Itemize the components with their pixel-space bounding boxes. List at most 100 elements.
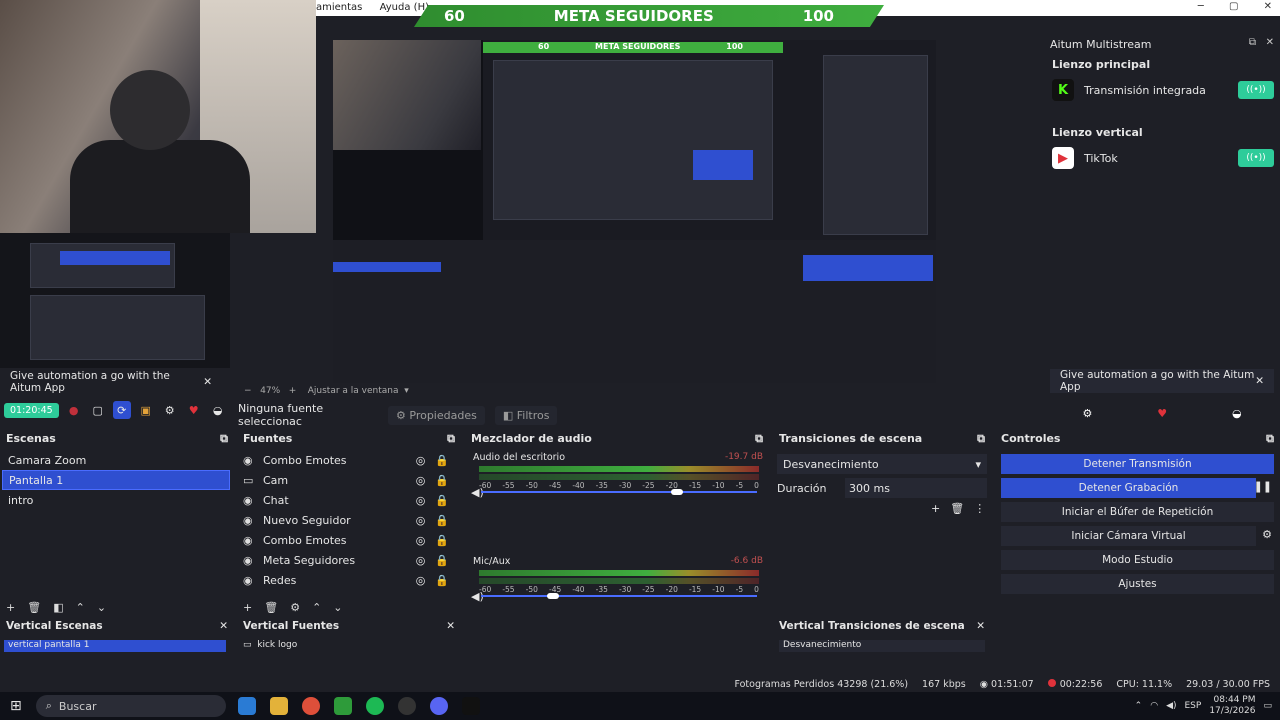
add-icon[interactable]: + (931, 502, 940, 515)
file-explorer-icon[interactable] (269, 697, 288, 715)
undock-icon[interactable]: ⧉ (447, 432, 455, 448)
gear-icon[interactable]: ⚙ (161, 401, 179, 419)
clock[interactable]: 08:44 PM 17/3/2026 (1209, 695, 1255, 717)
stop-streaming-button[interactable]: Detener Transmisión (1001, 454, 1274, 474)
transition-select[interactable]: Desvanecimiento ▾ (777, 454, 987, 474)
filters-button[interactable]: ◧ Filtros (494, 405, 558, 425)
record-icon[interactable]: ● (65, 401, 83, 419)
eye-icon[interactable]: ◎ (416, 534, 426, 547)
source-item[interactable]: ▭ Cam ◎ 🔒 (239, 470, 453, 490)
more-icon[interactable]: ⋮ (974, 502, 985, 515)
vertical-scene-item[interactable]: vertical pantalla 1 (4, 640, 226, 652)
eye-icon[interactable]: ◎ (416, 494, 426, 507)
maximize-icon[interactable]: ▢ (1229, 1, 1238, 12)
terminal-icon[interactable] (461, 697, 480, 715)
settings-button[interactable]: Ajustes (1001, 574, 1274, 594)
discord-icon[interactable] (429, 697, 448, 715)
filter-icon[interactable]: ◧ (53, 601, 63, 614)
menu-tools[interactable]: amientas (316, 2, 362, 13)
gear-icon[interactable]: ⚙ (1082, 407, 1092, 420)
zoom-fit[interactable]: Ajustar a la ventana (308, 386, 399, 396)
lock-icon[interactable]: 🔒 (435, 554, 449, 567)
chevron-down-icon[interactable]: ▾ (404, 386, 409, 396)
lock-icon[interactable]: 🔒 (435, 454, 449, 467)
undock-icon[interactable]: ⧉ (1249, 37, 1256, 48)
minimize-icon[interactable]: ─ (1198, 1, 1204, 12)
discord-icon[interactable]: ◒ (209, 401, 227, 419)
properties-button[interactable]: ⚙ Propiedades (388, 405, 485, 425)
replay-icon[interactable]: ⟳ (112, 401, 131, 419)
scene-item-selected[interactable]: Pantalla 1 (2, 470, 230, 490)
eye-icon[interactable]: ◎ (416, 574, 426, 587)
windows-start-icon[interactable]: ⊞ (10, 698, 22, 714)
language-indicator[interactable]: ESP (1185, 701, 1202, 711)
virtualcam-icon[interactable]: ▣ (137, 401, 155, 419)
notification-icon[interactable]: ▭ (1263, 701, 1272, 711)
scene-item[interactable]: Camara Zoom (2, 450, 230, 470)
close-icon[interactable]: ✕ (203, 376, 212, 388)
replay-buffer-button[interactable]: Iniciar el Búfer de Repetición (1001, 502, 1274, 522)
wifi-icon[interactable]: ◠ (1150, 701, 1158, 711)
volume-knob[interactable] (547, 593, 559, 599)
close-icon[interactable]: ✕ (446, 620, 455, 636)
source-item[interactable]: ◉ Redes ◎ 🔒 (239, 570, 453, 590)
arrow-down-icon[interactable]: ⌄ (333, 601, 342, 614)
close-icon[interactable]: ✕ (219, 620, 228, 636)
volume-knob[interactable] (671, 489, 684, 495)
vertical-transition-select[interactable]: Desvanecimiento (779, 640, 985, 652)
main-output-toggle[interactable]: ((•)) (1238, 81, 1274, 99)
arrow-up-icon[interactable]: ⌃ (312, 601, 321, 614)
arrow-up-icon[interactable]: ⌃ (76, 601, 85, 614)
chevron-up-icon[interactable]: ⌃ (1135, 701, 1143, 711)
close-icon[interactable]: ✕ (1255, 375, 1264, 387)
menu-help[interactable]: Ayuda (H) (380, 2, 429, 13)
main-preview-canvas[interactable]: 60 META SEGUIDORES 100 (333, 40, 936, 383)
close-icon[interactable]: ✕ (1264, 1, 1272, 12)
lock-icon[interactable]: 🔒 (435, 574, 449, 587)
lock-icon[interactable]: 🔒 (435, 534, 449, 547)
close-icon[interactable]: ✕ (1266, 37, 1274, 48)
scene-item[interactable]: intro (2, 490, 230, 510)
source-item[interactable]: ◉ Combo Emotes ◎ 🔒 (239, 530, 453, 550)
trash-icon[interactable]: 🗑 (27, 601, 41, 614)
source-item[interactable]: ◉ Chat ◎ 🔒 (239, 490, 453, 510)
trash-icon[interactable]: 🗑 (264, 601, 278, 614)
vertical-source-item[interactable]: ▭ kick logo (243, 640, 457, 652)
copilot-icon[interactable] (237, 697, 256, 715)
undock-icon[interactable]: ⧉ (1266, 432, 1274, 448)
pause-icon[interactable]: ❚❚ (1254, 480, 1272, 493)
studio-mode-button[interactable]: Modo Estudio (1001, 550, 1274, 570)
gear-icon[interactable]: ⚙ (290, 601, 300, 614)
stop-recording-button[interactable]: Detener Grabación (1001, 478, 1256, 498)
eye-icon[interactable]: ◎ (416, 514, 426, 527)
chrome-icon[interactable] (301, 697, 320, 715)
spotify-icon[interactable] (365, 697, 384, 715)
undock-icon[interactable]: ⧉ (220, 432, 228, 448)
trash-icon[interactable]: 🗑 (950, 502, 964, 515)
heart-icon[interactable]: ♥ (185, 401, 203, 419)
stop-icon[interactable]: ▢ (89, 401, 107, 419)
undock-icon[interactable]: ⧉ (977, 432, 985, 448)
zoom-in-icon[interactable]: + (289, 386, 297, 396)
add-icon[interactable]: + (6, 601, 15, 614)
live-timer[interactable]: 01:20:45 (4, 402, 59, 418)
vertical-output-toggle[interactable]: ((•)) (1238, 149, 1274, 167)
zoom-out-icon[interactable]: − (244, 386, 252, 396)
add-icon[interactable]: + (243, 601, 252, 614)
obs-icon[interactable] (397, 697, 416, 715)
eye-icon[interactable]: ◎ (416, 454, 426, 467)
excel-icon[interactable] (333, 697, 352, 715)
virtual-camera-button[interactable]: Iniciar Cámara Virtual (1001, 526, 1256, 546)
source-item[interactable]: ◉ Meta Seguidores ◎ 🔒 (239, 550, 453, 570)
discord-icon[interactable]: ◒ (1232, 407, 1242, 420)
heart-icon[interactable]: ♥ (1157, 407, 1167, 420)
volume-icon[interactable]: ◀) (1166, 701, 1176, 711)
taskbar-search[interactable]: ⌕ Buscar (35, 695, 226, 717)
lock-icon[interactable]: 🔒 (435, 514, 449, 527)
lock-icon[interactable]: 🔒 (435, 474, 449, 487)
eye-icon[interactable]: ◎ (416, 554, 426, 567)
lock-icon[interactable]: 🔒 (435, 494, 449, 507)
close-icon[interactable]: ✕ (976, 620, 985, 636)
gear-icon[interactable]: ⚙ (1262, 528, 1272, 541)
volume-slider[interactable] (481, 595, 757, 597)
